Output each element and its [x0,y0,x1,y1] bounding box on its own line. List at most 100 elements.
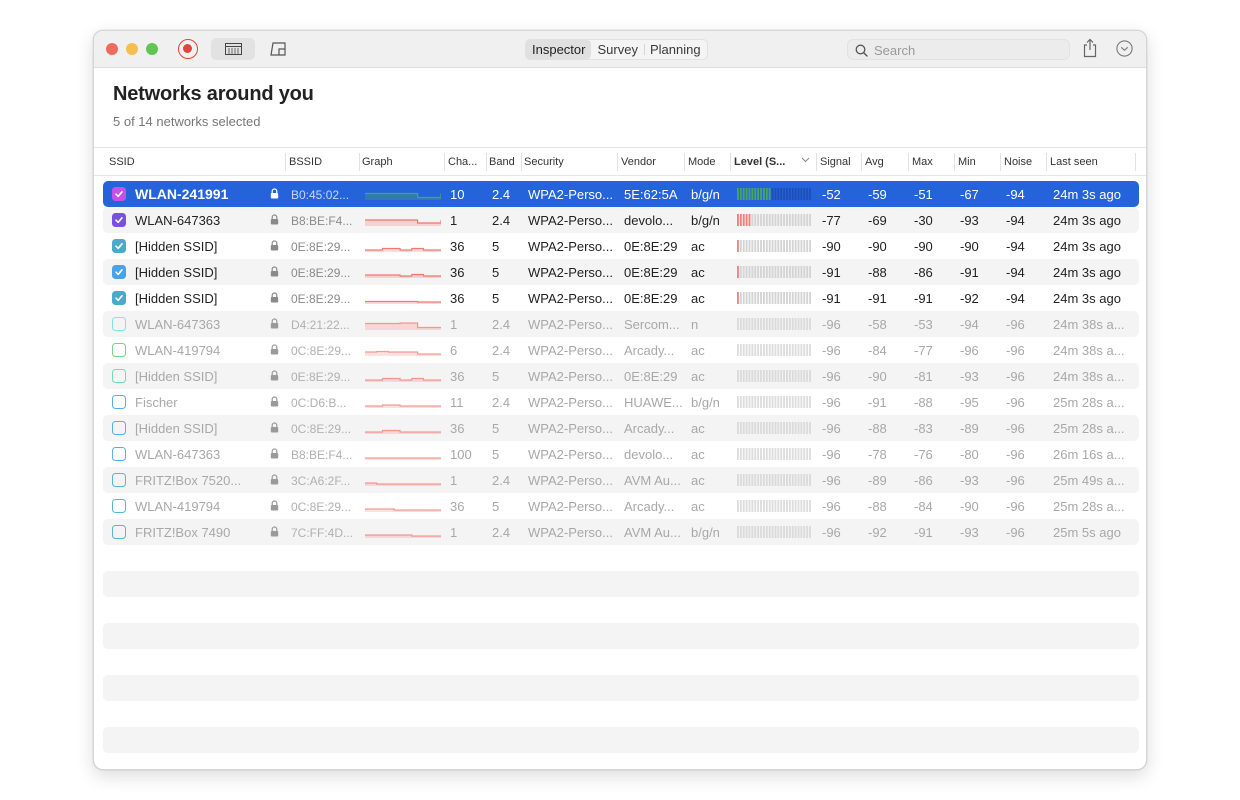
column-divider[interactable] [359,153,360,171]
table-row[interactable]: [Hidden SSID] 0E:8E:29... 36 5 WPA2-Perso...… [103,259,1139,285]
vendor-cell: HUAWE... [624,395,683,410]
graph-line [365,429,441,433]
close-window-button[interactable] [106,43,118,55]
network-checkbox[interactable] [112,343,126,357]
column-divider[interactable] [1000,153,1001,171]
max-cell: -77 [914,343,933,358]
column-divider[interactable] [861,153,862,171]
level-bar [748,526,751,538]
column-channel[interactable]: Cha... [448,156,477,168]
signal-history-graph [365,300,441,304]
column-min[interactable]: Min [958,156,976,168]
table-row[interactable]: Fischer 0C:D6:B... 11 2.4 WPA2-Perso... HUAWE… [103,389,1139,415]
column-security[interactable]: Security [524,156,564,168]
floor-plan-view-button[interactable] [268,39,290,59]
network-checkbox[interactable] [112,213,126,227]
table-row[interactable]: WLAN-419794 0C:8E:29... 6 2.4 WPA2-Perso... A… [103,337,1139,363]
level-bar [745,292,748,304]
chevron-down-circle-icon [1116,40,1133,57]
lock-icon [270,474,279,485]
table-row[interactable]: WLAN-241991 B0:45:02... 10 2.4 WPA2-Perso...… [103,181,1139,207]
zoom-window-button[interactable] [146,43,158,55]
column-band[interactable]: Band [489,156,515,168]
level-bar [742,344,745,356]
lock-icon [270,422,279,433]
tab-planning[interactable]: Planning [643,40,707,59]
level-bar [762,422,765,434]
column-divider[interactable] [444,153,445,171]
table-row[interactable]: WLAN-647363 D4:21:22... 1 2.4 WPA2-Perso... S… [103,311,1139,337]
column-divider[interactable] [1046,153,1047,171]
network-checkbox[interactable] [112,369,126,383]
level-bar [757,526,760,538]
level-bar [791,240,794,252]
column-divider[interactable] [617,153,618,171]
table-row[interactable]: FRITZ!Box 7490 7C:FF:4D... 1 2.4 WPA2-Perso.… [103,519,1139,545]
column-divider[interactable] [521,153,522,171]
minimize-window-button[interactable] [126,43,138,55]
avg-cell: -90 [868,239,887,254]
column-mode[interactable]: Mode [688,156,716,168]
vendor-cell: 0E:8E:29 [624,369,678,384]
column-graph[interactable]: Graph [362,156,393,168]
table-row[interactable]: [Hidden SSID] 0E:8E:29... 36 5 WPA2-Perso...… [103,285,1139,311]
channel-cell: 36 [450,239,465,254]
sort-descending-icon[interactable] [801,157,810,163]
column-divider[interactable] [1135,153,1136,171]
network-checkbox[interactable] [112,291,126,305]
more-options-button[interactable] [1116,40,1134,58]
security-cell: WPA2-Perso... [528,369,614,384]
table-view-button[interactable] [211,38,255,60]
column-divider[interactable] [908,153,909,171]
level-bar [791,266,794,278]
network-checkbox[interactable] [112,499,126,513]
column-divider[interactable] [684,153,685,171]
column-level[interactable]: Level (S... [734,156,785,168]
network-checkbox[interactable] [112,265,126,279]
network-checkbox[interactable] [112,395,126,409]
vendor-cell: Arcady... [624,421,675,436]
search-input[interactable] [874,41,1064,59]
table-row[interactable]: WLAN-647363 B8:BE:F4... 100 5 WPA2-Perso... d… [103,441,1139,467]
column-vendor[interactable]: Vendor [621,156,656,168]
column-divider[interactable] [285,153,286,171]
network-checkbox[interactable] [112,421,126,435]
table-row[interactable]: [Hidden SSID] 0E:8E:29... 36 5 WPA2-Perso...… [103,233,1139,259]
column-ssid[interactable]: SSID [109,156,135,168]
magnifier-icon [855,44,868,57]
network-checkbox[interactable] [112,317,126,331]
record-button[interactable] [178,39,198,59]
level-bar [751,292,754,304]
level-bar [809,500,811,512]
tab-inspector[interactable]: Inspector [526,40,592,59]
table-row[interactable]: [Hidden SSID] 0C:8E:29... 36 5 WPA2-Perso...… [103,415,1139,441]
column-avg[interactable]: Avg [865,156,884,168]
table-row[interactable]: WLAN-647363 B8:BE:F4... 1 2.4 WPA2-Perso... d… [103,207,1139,233]
band-cell: 2.4 [492,343,511,358]
network-checkbox[interactable] [112,473,126,487]
share-button[interactable] [1082,38,1100,60]
column-divider[interactable] [954,153,955,171]
column-noise[interactable]: Noise [1004,156,1032,168]
level-bar [786,370,788,382]
network-checkbox[interactable] [112,447,126,461]
table-row[interactable]: [Hidden SSID] 0E:8E:29... 36 5 WPA2-Perso...… [103,363,1139,389]
column-divider[interactable] [486,153,487,171]
column-bssid[interactable]: BSSID [289,156,322,168]
column-last-seen[interactable]: Last seen [1050,156,1098,168]
level-bar [754,318,757,330]
network-checkbox[interactable] [112,525,126,539]
level-bar [765,370,768,382]
column-max[interactable]: Max [912,156,933,168]
table-row[interactable]: WLAN-419794 0C:8E:29... 36 5 WPA2-Perso... Ar… [103,493,1139,519]
column-divider[interactable] [730,153,731,171]
network-checkbox[interactable] [112,239,126,253]
column-divider[interactable] [816,153,817,171]
table-row[interactable]: FRITZ!Box 7520... 3C:A6:2F... 1 2.4 WPA2-Per… [103,467,1139,493]
level-bar [754,448,757,460]
level-bar [760,344,762,356]
tab-survey[interactable]: Survey [591,40,643,59]
column-signal[interactable]: Signal [820,156,851,168]
graph-line [365,247,441,251]
network-checkbox[interactable] [112,187,126,201]
